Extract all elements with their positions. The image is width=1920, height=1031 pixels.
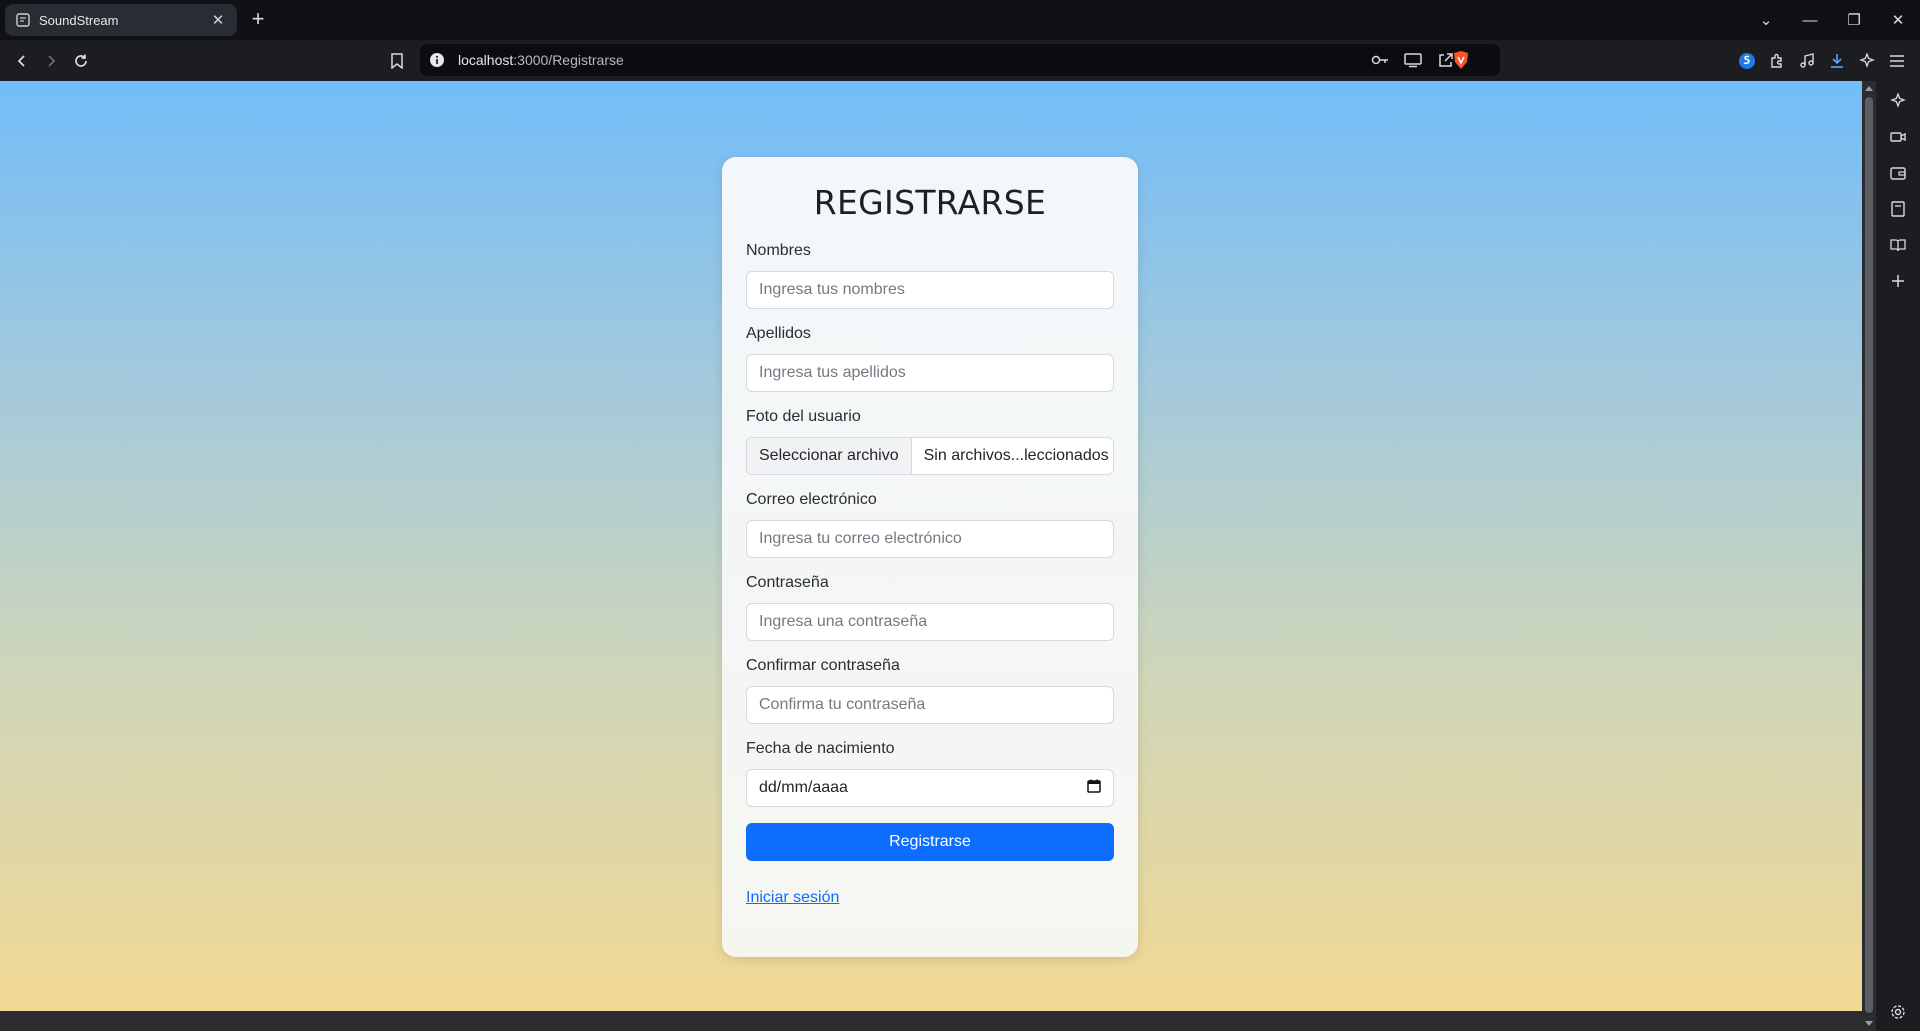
tab-search-chevron-icon[interactable]: ⌄ — [1744, 0, 1788, 40]
cast-icon[interactable] — [1403, 50, 1423, 70]
reload-icon[interactable] — [68, 48, 94, 74]
menu-icon[interactable] — [1884, 48, 1910, 74]
browser-toolbar: localhost:3000/Registrarse — [0, 40, 1920, 81]
birthdate-value: dd/mm/aaaa — [759, 779, 848, 796]
restore-icon[interactable]: ❐ — [1832, 0, 1876, 40]
page-viewport: REGISTRARSE Nombres Apellidos Foto del u… — [0, 81, 1862, 1011]
page-scrollbar[interactable] — [1862, 81, 1876, 1031]
profile-icon[interactable] — [1734, 48, 1760, 74]
birthdate-input[interactable]: dd/mm/aaaa — [746, 769, 1114, 807]
email-input[interactable] — [746, 520, 1114, 558]
file-status: Sin archivos...leccionados — [923, 447, 1109, 464]
scroll-up-icon[interactable] — [1865, 86, 1873, 91]
side-panel — [1876, 81, 1920, 1031]
forward-icon[interactable] — [38, 48, 64, 74]
field-foto: Foto del usuario Seleccionar archivo Sin… — [746, 408, 1114, 475]
foto-label: Foto del usuario — [746, 408, 861, 425]
nombres-label: Nombres — [746, 242, 811, 259]
video-icon[interactable] — [1885, 124, 1911, 150]
wallet-icon[interactable] — [1885, 160, 1911, 186]
correo-label: Correo electrónico — [746, 491, 877, 508]
extensions-icon[interactable] — [1764, 48, 1790, 74]
url-path: :3000/Registrarse — [513, 52, 624, 68]
apellidos-input[interactable] — [746, 354, 1114, 392]
address-bar[interactable]: localhost:3000/Registrarse — [420, 44, 1500, 76]
new-tab-icon[interactable]: + — [246, 8, 270, 32]
calendar-icon[interactable] — [1087, 779, 1101, 798]
bottom-strip — [0, 1011, 1862, 1031]
field-correo: Correo electrónico — [746, 491, 1114, 558]
tab-title: SoundStream — [39, 12, 119, 28]
page-title: REGISTRARSE — [813, 183, 1047, 222]
window-controls: ⌄ — ❐ ✕ — [1744, 0, 1920, 40]
add-panel-icon[interactable] — [1885, 268, 1911, 294]
brave-shields-icon[interactable] — [1451, 50, 1471, 70]
confirmar-label: Confirmar contraseña — [746, 657, 900, 674]
password-input[interactable] — [746, 603, 1114, 641]
page-favicon-icon — [15, 12, 31, 28]
site-info-icon[interactable] — [429, 52, 445, 68]
scroll-down-icon[interactable] — [1865, 1021, 1873, 1026]
bookmark-icon[interactable] — [384, 48, 410, 74]
bookmarks-panel-icon[interactable] — [1885, 196, 1911, 222]
field-apellidos: Apellidos — [746, 325, 1114, 392]
close-tab-icon[interactable]: ✕ — [209, 11, 227, 29]
scrollbar-thumb[interactable] — [1865, 97, 1873, 1013]
contrasena-label: Contraseña — [746, 574, 829, 591]
field-contrasena: Contraseña — [746, 574, 1114, 641]
field-fecha: Fecha de nacimiento dd/mm/aaaa — [746, 740, 1114, 807]
settings-gear-icon[interactable] — [1885, 999, 1911, 1025]
fecha-label: Fecha de nacimiento — [746, 740, 895, 757]
url-host: localhost — [458, 52, 514, 68]
reading-list-icon[interactable] — [1885, 232, 1911, 258]
music-icon[interactable] — [1794, 48, 1820, 74]
nombres-input[interactable] — [746, 271, 1114, 309]
key-icon[interactable] — [1370, 50, 1390, 70]
url-text: localhost:3000/Registrarse — [458, 44, 624, 76]
back-icon[interactable] — [9, 48, 35, 74]
confirm-password-input[interactable] — [746, 686, 1114, 724]
field-nombres: Nombres — [746, 242, 1114, 309]
minimize-icon[interactable]: — — [1788, 0, 1832, 40]
register-button[interactable]: Registrarse — [746, 823, 1114, 861]
leo-ai-icon[interactable] — [1854, 48, 1880, 74]
extension-icons — [1734, 48, 1910, 74]
leo-sidebar-icon[interactable] — [1885, 88, 1911, 114]
download-icon[interactable] — [1824, 48, 1850, 74]
field-confirmar: Confirmar contraseña — [746, 657, 1114, 724]
select-file-button[interactable]: Seleccionar archivo — [747, 438, 912, 474]
register-card: REGISTRARSE Nombres Apellidos Foto del u… — [722, 157, 1138, 957]
login-link[interactable]: Iniciar sesión — [746, 889, 839, 907]
close-window-icon[interactable]: ✕ — [1876, 0, 1920, 40]
tab-soundstream[interactable]: SoundStream ✕ — [5, 4, 237, 36]
foto-file-input[interactable]: Seleccionar archivo Sin archivos...lecci… — [746, 437, 1114, 475]
tab-bar: SoundStream ✕ + ⌄ — ❐ ✕ — [0, 0, 1920, 40]
apellidos-label: Apellidos — [746, 325, 811, 342]
